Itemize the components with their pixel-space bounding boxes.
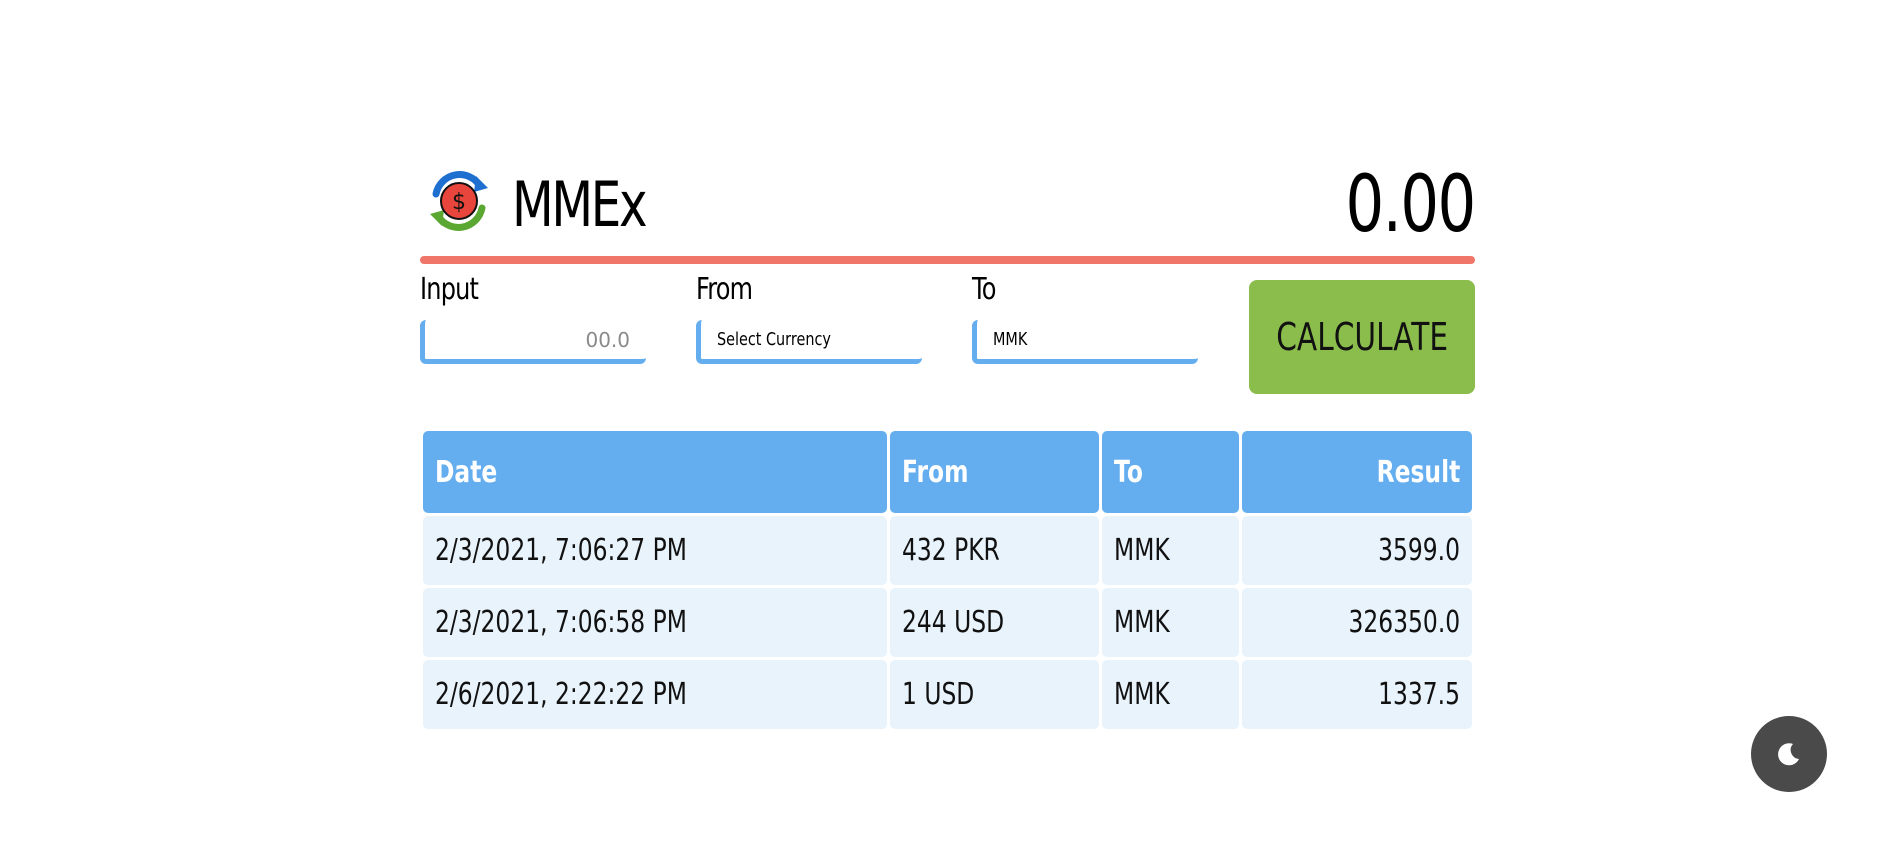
converter-controls: Input From Select Currency To MMK CALCUL… bbox=[420, 260, 1475, 400]
to-label: To bbox=[972, 272, 996, 307]
date-cell: 2/6/2021, 2:22:22 PM bbox=[423, 660, 887, 729]
theme-toggle-button[interactable] bbox=[1751, 716, 1827, 792]
currency-exchange-icon: $ bbox=[424, 166, 494, 236]
from-field-group: From Select Currency bbox=[696, 268, 922, 364]
column-header-result: Result bbox=[1241, 431, 1472, 513]
amount-input-box[interactable] bbox=[420, 320, 646, 364]
history-table: Date From To Result 2/3/2021, 7:06:27 PM… bbox=[420, 428, 1475, 732]
moon-icon bbox=[1778, 743, 1799, 766]
svg-text:$: $ bbox=[452, 190, 466, 215]
result-cell: 326350.0 bbox=[1241, 588, 1472, 657]
amount-input[interactable] bbox=[441, 326, 632, 353]
app-container: $ MMEx 0.00 Input From Select Currency T… bbox=[420, 160, 1477, 729]
to-field-group: To MMK bbox=[972, 268, 1198, 364]
from-cell: 244 USD bbox=[889, 588, 1100, 657]
to-cell: MMK bbox=[1102, 660, 1239, 729]
app-title: MMEx bbox=[512, 168, 648, 241]
date-cell: 2/3/2021, 7:06:58 PM bbox=[423, 588, 887, 657]
from-cell: 1 USD bbox=[889, 660, 1100, 729]
column-header-from: From bbox=[889, 431, 1100, 513]
input-label: Input bbox=[420, 272, 479, 307]
column-header-to: To bbox=[1102, 431, 1239, 513]
result-cell: 3599.0 bbox=[1241, 516, 1472, 585]
to-currency-select[interactable]: MMK bbox=[972, 320, 1198, 364]
table-row: 2/3/2021, 7:06:58 PM 244 USD MMK 326350.… bbox=[423, 588, 1472, 657]
from-currency-value: Select Currency bbox=[717, 329, 831, 350]
result-cell: 1337.5 bbox=[1241, 660, 1472, 729]
table-header-row: Date From To Result bbox=[423, 431, 1472, 513]
from-label: From bbox=[696, 272, 753, 307]
from-currency-select[interactable]: Select Currency bbox=[696, 320, 922, 364]
result-total: 0.00 bbox=[1345, 160, 1477, 250]
calculate-button[interactable]: CALCULATE bbox=[1249, 280, 1475, 394]
input-field-group: Input bbox=[420, 268, 646, 364]
table-row: 2/6/2021, 2:22:22 PM 1 USD MMK 1337.5 bbox=[423, 660, 1472, 729]
to-currency-value: MMK bbox=[993, 329, 1028, 350]
from-cell: 432 PKR bbox=[889, 516, 1100, 585]
table-row: 2/3/2021, 7:06:27 PM 432 PKR MMK 3599.0 bbox=[423, 516, 1472, 585]
date-cell: 2/3/2021, 7:06:27 PM bbox=[423, 516, 887, 585]
column-header-date: Date bbox=[423, 431, 887, 513]
to-cell: MMK bbox=[1102, 588, 1239, 657]
to-cell: MMK bbox=[1102, 516, 1239, 585]
header: $ MMEx 0.00 bbox=[420, 160, 1477, 264]
calculate-label: CALCULATE bbox=[1276, 315, 1448, 359]
